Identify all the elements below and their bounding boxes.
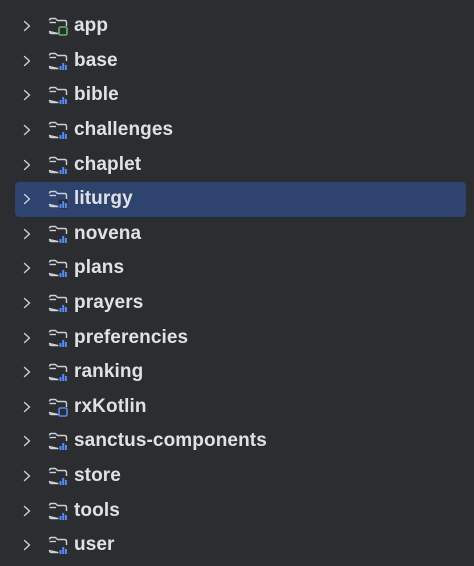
tree-item-label: chaplet [74,153,142,175]
chevron-right-icon[interactable] [20,365,34,379]
tree-item-preferencies[interactable]: preferencies [0,320,474,355]
folder-library-module-icon [47,188,69,210]
tree-item-prayers[interactable]: prayers [0,286,474,321]
tree-item-label: base [74,49,118,71]
tree-item-novena[interactable]: novena [0,217,474,252]
chevron-right-icon[interactable] [20,158,34,172]
folder-library-module-icon [47,119,69,141]
tree-item-label: preferencies [74,326,189,348]
tree-item-label: plans [74,257,125,279]
folder-library-module-icon [47,50,69,72]
tree-item-label: rxKotlin [74,395,147,417]
tree-item-base[interactable]: base [0,44,474,79]
chevron-right-icon[interactable] [20,538,34,552]
tree-item-label: sanctus-components [74,430,267,452]
tree-item-bible[interactable]: bible [0,78,474,113]
chevron-right-icon[interactable] [20,261,34,275]
project-tree: app base bible challenges chaplet liturgy nove… [0,9,474,563]
tree-item-chaplet[interactable]: chaplet [0,147,474,182]
folder-library-module-icon [47,465,69,487]
tree-item-sanctus-components[interactable]: sanctus-components [0,424,474,459]
tree-item-liturgy[interactable]: liturgy [0,181,474,217]
folder-library-module-icon [47,223,69,245]
tree-item-label: bible [74,84,119,106]
chevron-right-icon[interactable] [20,400,34,414]
tree-item-user[interactable]: user [0,528,474,563]
tree-item-label: ranking [74,361,144,383]
tree-item-plans[interactable]: plans [0,251,474,286]
tree-item-label: challenges [74,119,174,141]
tree-item-label: tools [74,499,120,521]
folder-library-module-icon [47,500,69,522]
tree-item-challenges[interactable]: challenges [0,113,474,148]
folder-app-module-icon [47,15,69,37]
folder-library-module-icon [47,292,69,314]
chevron-right-icon[interactable] [20,504,34,518]
tree-item-app[interactable]: app [0,9,474,44]
folder-library-module-icon [47,327,69,349]
tree-item-label: store [74,465,121,487]
folder-library-module-icon [47,257,69,279]
chevron-right-icon[interactable] [20,331,34,345]
chevron-right-icon[interactable] [20,296,34,310]
folder-library-module-icon [47,84,69,106]
tree-item-label: liturgy [74,188,133,210]
folder-library-module-icon [47,154,69,176]
folder-library-module-icon [47,361,69,383]
tree-item-ranking[interactable]: ranking [0,355,474,390]
tree-item-label: user [74,534,115,556]
chevron-right-icon[interactable] [20,469,34,483]
chevron-right-icon[interactable] [20,192,34,206]
chevron-right-icon[interactable] [20,434,34,448]
chevron-right-icon[interactable] [20,88,34,102]
folder-kotlin-module-icon [47,396,69,418]
tree-item-rxKotlin[interactable]: rxKotlin [0,390,474,425]
chevron-right-icon[interactable] [20,19,34,33]
tree-item-label: app [74,15,109,37]
folder-library-module-icon [47,534,69,556]
tree-item-label: prayers [74,292,144,314]
tree-item-label: novena [74,222,142,244]
chevron-right-icon[interactable] [20,227,34,241]
folder-library-module-icon [47,430,69,452]
chevron-right-icon[interactable] [20,54,34,68]
tree-item-tools[interactable]: tools [0,493,474,528]
tree-item-store[interactable]: store [0,459,474,494]
chevron-right-icon[interactable] [20,123,34,137]
